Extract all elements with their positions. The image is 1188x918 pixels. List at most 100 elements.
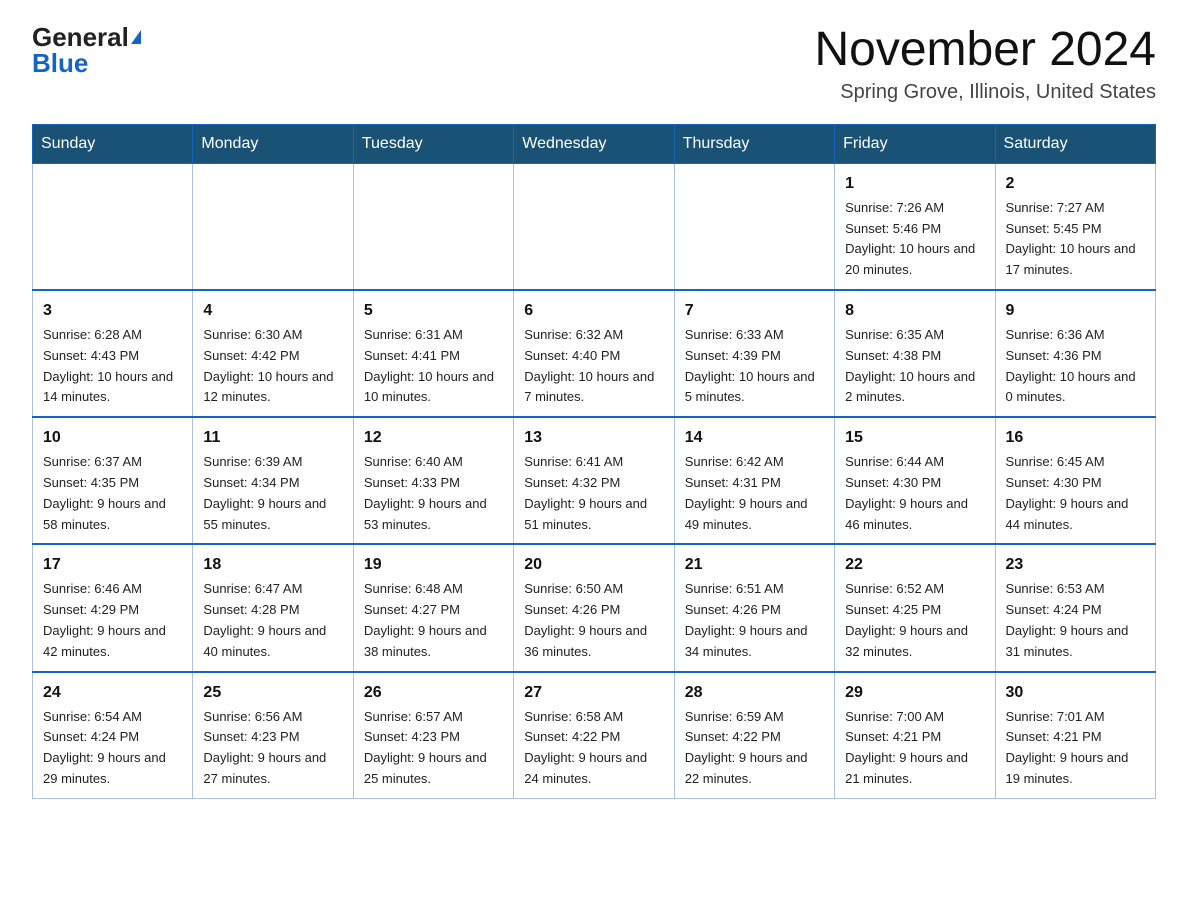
calendar-week-row: 24Sunrise: 6:54 AMSunset: 4:24 PMDayligh… xyxy=(33,672,1156,799)
day-number: 28 xyxy=(685,681,824,705)
calendar-day-cell: 4Sunrise: 6:30 AMSunset: 4:42 PMDaylight… xyxy=(193,290,353,417)
day-info: Sunrise: 6:36 AMSunset: 4:36 PMDaylight:… xyxy=(1006,325,1145,408)
day-number: 6 xyxy=(524,299,663,323)
day-number: 18 xyxy=(203,553,342,577)
calendar-day-cell: 10Sunrise: 6:37 AMSunset: 4:35 PMDayligh… xyxy=(33,417,193,544)
calendar-day-cell: 3Sunrise: 6:28 AMSunset: 4:43 PMDaylight… xyxy=(33,290,193,417)
day-number: 20 xyxy=(524,553,663,577)
calendar-day-cell: 19Sunrise: 6:48 AMSunset: 4:27 PMDayligh… xyxy=(353,544,513,671)
day-number: 8 xyxy=(845,299,984,323)
day-info: Sunrise: 6:30 AMSunset: 4:42 PMDaylight:… xyxy=(203,325,342,408)
day-number: 7 xyxy=(685,299,824,323)
day-of-week-header: Thursday xyxy=(674,124,834,163)
calendar-header-row: SundayMondayTuesdayWednesdayThursdayFrid… xyxy=(33,124,1156,163)
day-number: 29 xyxy=(845,681,984,705)
calendar-day-cell xyxy=(33,163,193,290)
day-number: 2 xyxy=(1006,172,1145,196)
calendar-day-cell: 23Sunrise: 6:53 AMSunset: 4:24 PMDayligh… xyxy=(995,544,1155,671)
day-number: 22 xyxy=(845,553,984,577)
day-info: Sunrise: 7:01 AMSunset: 4:21 PMDaylight:… xyxy=(1006,707,1145,790)
day-info: Sunrise: 7:27 AMSunset: 5:45 PMDaylight:… xyxy=(1006,198,1145,281)
day-of-week-header: Monday xyxy=(193,124,353,163)
calendar-day-cell xyxy=(193,163,353,290)
day-number: 24 xyxy=(43,681,182,705)
day-number: 26 xyxy=(364,681,503,705)
calendar-day-cell: 2Sunrise: 7:27 AMSunset: 5:45 PMDaylight… xyxy=(995,163,1155,290)
day-number: 11 xyxy=(203,426,342,450)
calendar-day-cell: 7Sunrise: 6:33 AMSunset: 4:39 PMDaylight… xyxy=(674,290,834,417)
day-info: Sunrise: 6:57 AMSunset: 4:23 PMDaylight:… xyxy=(364,707,503,790)
day-number: 13 xyxy=(524,426,663,450)
calendar-day-cell: 15Sunrise: 6:44 AMSunset: 4:30 PMDayligh… xyxy=(835,417,995,544)
location: Spring Grove, Illinois, United States xyxy=(814,81,1156,104)
day-info: Sunrise: 7:26 AMSunset: 5:46 PMDaylight:… xyxy=(845,198,984,281)
day-info: Sunrise: 6:37 AMSunset: 4:35 PMDaylight:… xyxy=(43,452,182,535)
day-number: 9 xyxy=(1006,299,1145,323)
day-info: Sunrise: 7:00 AMSunset: 4:21 PMDaylight:… xyxy=(845,707,984,790)
calendar-day-cell: 25Sunrise: 6:56 AMSunset: 4:23 PMDayligh… xyxy=(193,672,353,799)
day-number: 19 xyxy=(364,553,503,577)
month-title: November 2024 xyxy=(814,24,1156,77)
calendar-day-cell xyxy=(353,163,513,290)
calendar-day-cell: 26Sunrise: 6:57 AMSunset: 4:23 PMDayligh… xyxy=(353,672,513,799)
calendar-week-row: 10Sunrise: 6:37 AMSunset: 4:35 PMDayligh… xyxy=(33,417,1156,544)
day-info: Sunrise: 6:33 AMSunset: 4:39 PMDaylight:… xyxy=(685,325,824,408)
calendar-day-cell: 14Sunrise: 6:42 AMSunset: 4:31 PMDayligh… xyxy=(674,417,834,544)
calendar-table: SundayMondayTuesdayWednesdayThursdayFrid… xyxy=(32,124,1156,799)
day-info: Sunrise: 6:59 AMSunset: 4:22 PMDaylight:… xyxy=(685,707,824,790)
day-number: 3 xyxy=(43,299,182,323)
logo-blue: Blue xyxy=(32,48,88,78)
day-info: Sunrise: 6:50 AMSunset: 4:26 PMDaylight:… xyxy=(524,579,663,662)
calendar-day-cell: 27Sunrise: 6:58 AMSunset: 4:22 PMDayligh… xyxy=(514,672,674,799)
day-number: 21 xyxy=(685,553,824,577)
day-info: Sunrise: 6:58 AMSunset: 4:22 PMDaylight:… xyxy=(524,707,663,790)
day-info: Sunrise: 6:47 AMSunset: 4:28 PMDaylight:… xyxy=(203,579,342,662)
day-info: Sunrise: 6:52 AMSunset: 4:25 PMDaylight:… xyxy=(845,579,984,662)
calendar-day-cell: 22Sunrise: 6:52 AMSunset: 4:25 PMDayligh… xyxy=(835,544,995,671)
day-info: Sunrise: 6:31 AMSunset: 4:41 PMDaylight:… xyxy=(364,325,503,408)
day-of-week-header: Tuesday xyxy=(353,124,513,163)
day-number: 5 xyxy=(364,299,503,323)
calendar-day-cell: 9Sunrise: 6:36 AMSunset: 4:36 PMDaylight… xyxy=(995,290,1155,417)
calendar-day-cell: 24Sunrise: 6:54 AMSunset: 4:24 PMDayligh… xyxy=(33,672,193,799)
calendar-day-cell: 28Sunrise: 6:59 AMSunset: 4:22 PMDayligh… xyxy=(674,672,834,799)
day-info: Sunrise: 6:42 AMSunset: 4:31 PMDaylight:… xyxy=(685,452,824,535)
page-header: General Blue November 2024 Spring Grove,… xyxy=(32,24,1156,104)
calendar-day-cell: 30Sunrise: 7:01 AMSunset: 4:21 PMDayligh… xyxy=(995,672,1155,799)
logo: General Blue xyxy=(32,24,141,77)
calendar-day-cell: 17Sunrise: 6:46 AMSunset: 4:29 PMDayligh… xyxy=(33,544,193,671)
calendar-day-cell: 13Sunrise: 6:41 AMSunset: 4:32 PMDayligh… xyxy=(514,417,674,544)
day-info: Sunrise: 6:56 AMSunset: 4:23 PMDaylight:… xyxy=(203,707,342,790)
day-number: 15 xyxy=(845,426,984,450)
calendar-day-cell: 8Sunrise: 6:35 AMSunset: 4:38 PMDaylight… xyxy=(835,290,995,417)
calendar-day-cell: 5Sunrise: 6:31 AMSunset: 4:41 PMDaylight… xyxy=(353,290,513,417)
calendar-day-cell xyxy=(514,163,674,290)
day-number: 17 xyxy=(43,553,182,577)
day-of-week-header: Saturday xyxy=(995,124,1155,163)
day-info: Sunrise: 6:44 AMSunset: 4:30 PMDaylight:… xyxy=(845,452,984,535)
day-of-week-header: Friday xyxy=(835,124,995,163)
day-info: Sunrise: 6:45 AMSunset: 4:30 PMDaylight:… xyxy=(1006,452,1145,535)
day-number: 30 xyxy=(1006,681,1145,705)
logo-arrow-icon xyxy=(131,30,141,44)
day-info: Sunrise: 6:32 AMSunset: 4:40 PMDaylight:… xyxy=(524,325,663,408)
day-number: 1 xyxy=(845,172,984,196)
day-number: 16 xyxy=(1006,426,1145,450)
calendar-day-cell: 11Sunrise: 6:39 AMSunset: 4:34 PMDayligh… xyxy=(193,417,353,544)
day-of-week-header: Wednesday xyxy=(514,124,674,163)
day-of-week-header: Sunday xyxy=(33,124,193,163)
day-number: 23 xyxy=(1006,553,1145,577)
day-info: Sunrise: 6:51 AMSunset: 4:26 PMDaylight:… xyxy=(685,579,824,662)
calendar-day-cell: 20Sunrise: 6:50 AMSunset: 4:26 PMDayligh… xyxy=(514,544,674,671)
day-info: Sunrise: 6:48 AMSunset: 4:27 PMDaylight:… xyxy=(364,579,503,662)
day-info: Sunrise: 6:28 AMSunset: 4:43 PMDaylight:… xyxy=(43,325,182,408)
day-info: Sunrise: 6:46 AMSunset: 4:29 PMDaylight:… xyxy=(43,579,182,662)
day-info: Sunrise: 6:39 AMSunset: 4:34 PMDaylight:… xyxy=(203,452,342,535)
day-info: Sunrise: 6:35 AMSunset: 4:38 PMDaylight:… xyxy=(845,325,984,408)
calendar-day-cell: 18Sunrise: 6:47 AMSunset: 4:28 PMDayligh… xyxy=(193,544,353,671)
day-number: 27 xyxy=(524,681,663,705)
title-block: November 2024 Spring Grove, Illinois, Un… xyxy=(814,24,1156,104)
calendar-week-row: 3Sunrise: 6:28 AMSunset: 4:43 PMDaylight… xyxy=(33,290,1156,417)
day-info: Sunrise: 6:40 AMSunset: 4:33 PMDaylight:… xyxy=(364,452,503,535)
calendar-week-row: 1Sunrise: 7:26 AMSunset: 5:46 PMDaylight… xyxy=(33,163,1156,290)
